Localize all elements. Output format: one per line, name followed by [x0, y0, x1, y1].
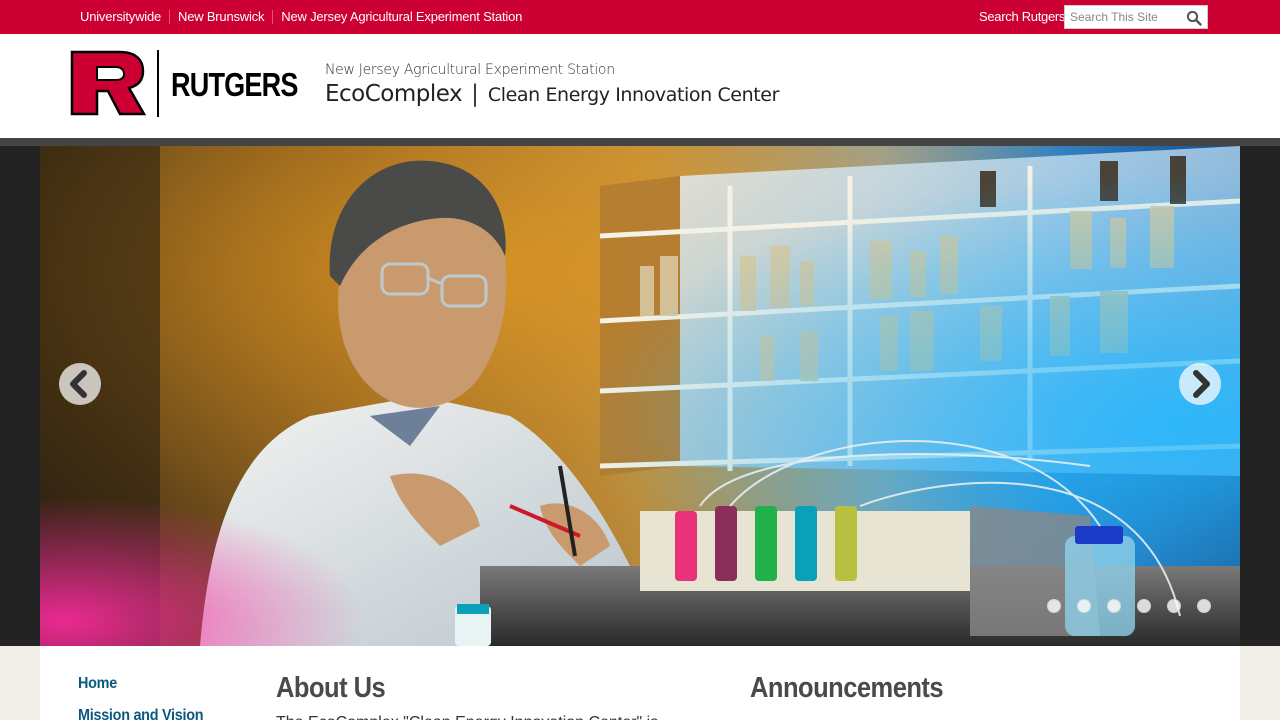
site-name: EcoComplex [325, 81, 463, 107]
sidebar-item-mission-and-vision[interactable]: Mission and Vision [78, 708, 204, 720]
rutgers-wordmark: RUTGERS [171, 66, 298, 103]
search-input[interactable] [1065, 6, 1185, 28]
title-separator: | [471, 81, 479, 107]
site-name-row: EcoComplex | Clean Energy Innovation Cen… [325, 81, 779, 107]
search-rutgers-link[interactable]: Search Rutgers [979, 9, 1065, 24]
slide-dot-1[interactable] [1047, 599, 1061, 613]
utility-bar: Universitywide New Brunswick New Jersey … [0, 0, 1280, 34]
search-box [1064, 5, 1208, 29]
side-navigation: Home Mission and Vision [78, 676, 217, 720]
slide-dot-2[interactable] [1077, 599, 1091, 613]
search-icon[interactable] [1186, 10, 1202, 26]
announcements-heading: Announcements [750, 672, 944, 704]
slide-dot-4[interactable] [1137, 599, 1151, 613]
utility-links: Universitywide New Brunswick New Jersey … [80, 0, 530, 34]
slide-dot-3[interactable] [1107, 599, 1121, 613]
slide-pagination [1047, 599, 1211, 613]
link-universitywide[interactable]: Universitywide [80, 10, 169, 24]
slide-dot-6[interactable] [1197, 599, 1211, 613]
site-subtitle: Clean Energy Innovation Center [487, 84, 780, 106]
link-new-brunswick[interactable]: New Brunswick [169, 10, 272, 24]
rutgers-r-icon [70, 50, 146, 116]
announcements-section: Announcements [750, 672, 1190, 704]
main-content: Home Mission and Vision About Us The Eco… [40, 646, 1240, 720]
about-text: The EcoComplex "Clean Energy Innovation … [276, 712, 716, 720]
unit-name: New Jersey Agricultural Experiment Stati… [325, 62, 615, 78]
slide-dot-5[interactable] [1167, 599, 1181, 613]
about-section: About Us The EcoComplex "Clean Energy In… [276, 672, 716, 720]
rutgers-logo[interactable]: RUTGERS [70, 50, 298, 118]
logo-divider [157, 50, 159, 117]
link-njaes[interactable]: New Jersey Agricultural Experiment Stati… [272, 10, 530, 24]
slideshow-image[interactable] [40, 146, 1240, 646]
slide-next-button[interactable] [1179, 363, 1221, 405]
sidebar-item-home[interactable]: Home [78, 676, 203, 692]
header-divider-strip [0, 138, 1280, 146]
chevron-left-icon [70, 370, 87, 398]
site-header: RUTGERS New Jersey Agricultural Experime… [0, 34, 1280, 138]
lab-scientist-photo [40, 146, 1240, 646]
chevron-right-icon [1193, 370, 1210, 398]
site-title[interactable]: New Jersey Agricultural Experiment Stati… [325, 62, 779, 107]
about-heading: About Us [276, 672, 386, 704]
slide-prev-button[interactable] [59, 363, 101, 405]
